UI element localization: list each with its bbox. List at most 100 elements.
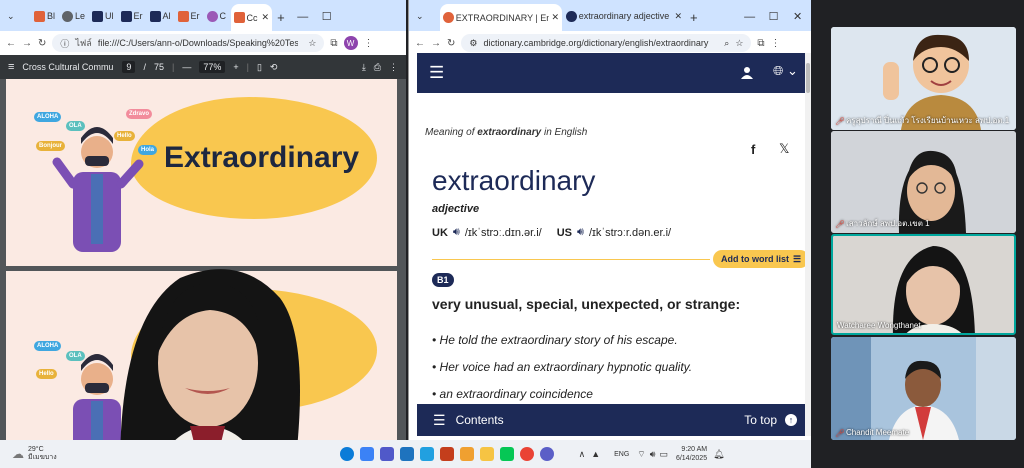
tray-overflow-icon[interactable]: ∧	[579, 449, 586, 460]
language-globe-icon[interactable]: 🌐︎ ⌄	[773, 63, 798, 79]
contents-link[interactable]: Contents	[456, 413, 504, 427]
volume-icon[interactable]: 🔊︎	[650, 449, 656, 460]
fit-page-icon[interactable]: ▯	[257, 62, 262, 73]
tab-list-button[interactable]: ⌄	[413, 4, 439, 28]
tab-favicon-icon	[120, 10, 132, 22]
greeting-bubble: Hello	[36, 369, 57, 379]
forward-icon[interactable]: →	[22, 38, 32, 49]
minimize-button[interactable]: —	[291, 11, 315, 23]
bookmark-star-icon[interactable]: ☆	[735, 38, 743, 49]
participant-tile[interactable]: 🎤︎ Chandit Meemate	[831, 337, 1016, 440]
notification-bell-icon[interactable]: 🔔︎	[713, 449, 724, 460]
weather-widget[interactable]: 29°C มีเมฆบาง	[28, 446, 57, 462]
browser-tab[interactable]: Ul	[89, 4, 117, 28]
weather-icon[interactable]: ☁	[12, 447, 24, 461]
divider-line	[432, 259, 710, 260]
extensions-icon[interactable]: ⧉	[757, 38, 764, 49]
x-share-icon[interactable]: 𝕏	[779, 141, 789, 157]
file-explorer-icon[interactable]	[479, 447, 494, 461]
page-number-input[interactable]: 9	[122, 61, 136, 73]
battery-icon[interactable]: ▭	[659, 449, 668, 460]
close-tab-icon[interactable]: ✕	[262, 12, 270, 23]
browser-tab[interactable]: extraordinary adjective - Defini✕	[563, 4, 685, 28]
chrome-icon[interactable]	[359, 447, 374, 461]
mic-off-icon: 🎤︎	[835, 219, 846, 229]
headword: extraordinary	[432, 165, 596, 196]
participant-tile-active-speaker[interactable]: Watcharee Wongthanet	[831, 234, 1016, 335]
browser-tab[interactable]: Al	[146, 4, 174, 28]
browser-tab[interactable]: Le	[59, 4, 89, 28]
powerpoint-icon[interactable]	[439, 447, 454, 461]
back-icon[interactable]: ←	[415, 38, 425, 49]
dictionary-browser-window: ⌄ EXTRAORDINARY | English mea✕ extraordi…	[408, 0, 811, 440]
extensions-icon[interactable]: ⧉	[330, 38, 337, 49]
menu-kebab-icon[interactable]: ⋮	[771, 38, 781, 49]
address-bar[interactable]: ⚙ dictionary.cambridge.org/dictionary/en…	[461, 34, 752, 52]
zoom-icon[interactable]: ⌕	[724, 38, 729, 49]
user-account-icon[interactable]	[741, 66, 753, 79]
line-icon[interactable]	[499, 447, 514, 461]
tab-favicon-icon	[177, 10, 189, 22]
pdf-menu-icon[interactable]: ≡	[8, 61, 14, 73]
minimize-button[interactable]: —	[738, 11, 762, 23]
facebook-share-icon[interactable]: f	[751, 142, 755, 157]
tab-favicon-icon	[233, 12, 245, 23]
browser-tab[interactable]: C	[203, 4, 230, 28]
arrow-up-circle-icon[interactable]: ↑	[785, 414, 797, 426]
address-bar[interactable]: ⓘ ไฟล์ file:///C:/Users/ann-o/Downloads/…	[52, 34, 325, 52]
forward-icon[interactable]: →	[431, 38, 441, 49]
reload-icon[interactable]: ↻	[447, 38, 455, 49]
back-icon[interactable]: ←	[6, 38, 16, 49]
menu-kebab-icon[interactable]: ⋮	[364, 38, 374, 49]
close-tab-icon[interactable]: ✕	[551, 12, 559, 23]
close-window-button[interactable]: ✕	[786, 10, 810, 23]
browser-tab[interactable]: Bl	[31, 4, 59, 28]
maximize-button[interactable]: ☐	[315, 10, 339, 23]
tray-app-icon[interactable]: ▲	[591, 449, 600, 459]
add-to-word-list-button[interactable]: Add to word list ☰	[713, 250, 810, 268]
uk-audio-speaker-icon[interactable]: 🔊︎	[453, 226, 460, 239]
reload-icon[interactable]: ↻	[38, 38, 46, 49]
print-icon[interactable]: ⎙	[374, 62, 381, 73]
chrome-profile-icon[interactable]	[519, 447, 534, 461]
pdf-more-icon[interactable]: ⋮	[389, 62, 398, 73]
browser-tab[interactable]: Er	[174, 4, 203, 28]
download-icon[interactable]: ⤓	[362, 62, 366, 73]
page-separator: /	[143, 62, 146, 72]
close-tab-icon[interactable]: ✕	[674, 11, 682, 22]
zoom-level[interactable]: 77%	[199, 61, 226, 73]
wifi-icon[interactable]: ⌔	[637, 449, 645, 460]
tab-list-button[interactable]: ⌄	[4, 4, 30, 28]
teams-icon[interactable]	[379, 447, 394, 461]
browser-tab-active[interactable]: EXTRAORDINARY | English mea✕	[440, 4, 562, 31]
page-total: 75	[153, 62, 164, 72]
to-top-link[interactable]: To top	[744, 413, 777, 427]
us-label: US	[556, 226, 573, 239]
word-icon[interactable]	[399, 447, 414, 461]
greeting-bubble: Hello	[114, 131, 135, 141]
browser-tab-active[interactable]: Cc ✕	[230, 4, 273, 31]
bookmark-star-icon[interactable]: ☆	[308, 38, 316, 49]
profile-avatar[interactable]: W	[343, 36, 358, 50]
participant-tile[interactable]: 🎤︎ เสาวลักษ์ สพป.อต.เขต 1	[831, 131, 1016, 233]
us-audio-speaker-icon[interactable]: 🔊︎	[577, 226, 584, 239]
page-scrollbar[interactable]	[805, 53, 811, 436]
copilot-icon[interactable]	[459, 447, 474, 461]
browser-tab[interactable]: Er	[117, 4, 146, 28]
maximize-button[interactable]: ☐	[762, 10, 786, 23]
scrollbar-thumb[interactable]	[806, 63, 810, 93]
new-tab-button[interactable]: +	[690, 10, 698, 25]
zoom-in-button[interactable]: +	[233, 62, 238, 72]
lang-indicator[interactable]: ENG	[614, 451, 629, 458]
zoom-out-button[interactable]: —	[182, 62, 191, 72]
zoom-app-icon[interactable]	[419, 447, 434, 461]
hamburger-menu-icon[interactable]: ☰	[429, 63, 444, 83]
discord-icon[interactable]	[539, 447, 554, 461]
clock[interactable]: 9:20 AM 6/14/2025	[676, 445, 707, 463]
contents-menu-icon[interactable]: ☰	[433, 412, 446, 429]
participant-tile[interactable]: 🎤︎ ครูสุปราณี ปิ่นแก้ว โรงเรียนบ้านเหวะ ส…	[831, 27, 1016, 130]
new-tab-button[interactable]: +	[277, 10, 285, 25]
edge-icon[interactable]	[339, 447, 354, 461]
toolbar-divider: |	[246, 62, 249, 72]
rotate-icon[interactable]: ⟲	[270, 62, 278, 73]
